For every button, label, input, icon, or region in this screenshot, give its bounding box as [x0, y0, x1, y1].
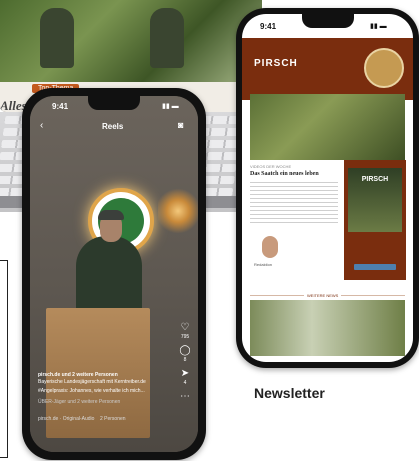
comment-icon[interactable]: ◯ — [176, 345, 194, 356]
article-column: VIDEOS DER WOCHE Das Saatch ein neues le… — [250, 164, 338, 224]
magazine-button[interactable] — [354, 264, 396, 270]
share-icon[interactable]: ➤ — [176, 368, 194, 379]
reels-screen[interactable]: 9:41 ▮▮ ▬ ‹ Reels ◙ ♡ 795 ◯ 8 ➤ 4 ⋯ pirs… — [30, 96, 198, 452]
frame-line — [0, 260, 8, 458]
reel-actions: ♡ 795 ◯ 8 ➤ 4 ⋯ — [176, 322, 194, 406]
comment-count: 8 — [183, 357, 187, 363]
reel-likes: ÜBER-Jäger und 2 weitere Personen — [38, 399, 121, 405]
screen-title: Reels — [102, 122, 124, 131]
share-count: 4 — [183, 380, 187, 386]
reel-subline: Bayerische Landesjägerschaft mit Kerntre… — [38, 379, 146, 385]
back-icon[interactable]: ‹ — [40, 120, 43, 131]
hunting-photo — [0, 0, 262, 82]
speaker-cap — [98, 210, 124, 220]
author-name: Redaktion — [254, 262, 273, 267]
status-time: 9:41 — [52, 102, 69, 111]
weitere-news-label[interactable]: WEITERE NEWS — [304, 293, 342, 298]
newsletter-phone: 9:41 ▮▮ ▬ PIRSCH VIDEOS DER WOCHE Das Sa… — [236, 8, 419, 368]
persons-label[interactable]: 2 Personen — [100, 416, 126, 422]
status-time: 9:41 — [260, 22, 277, 31]
wall-lamp — [158, 186, 198, 236]
article-body — [250, 180, 338, 224]
article-title[interactable]: Das Saatch ein neues leben — [250, 171, 338, 177]
news-photo[interactable] — [250, 300, 405, 356]
article-kicker: VIDEOS DER WOCHE — [250, 164, 292, 169]
reel-caption[interactable]: #Angelpraxis: Johannes, wie verhalte ich… — [38, 388, 178, 394]
audio-label[interactable]: pirsch.de · Original-Audio — [38, 416, 94, 422]
camera-icon[interactable]: ◙ — [178, 120, 183, 130]
notch — [302, 14, 354, 28]
reel-author[interactable]: pirsch.de und 2 weitere Personen — [38, 372, 178, 378]
newsletter-caption: Newsletter — [254, 385, 325, 401]
magazine-brand: PIRSCH — [361, 176, 389, 183]
signal-battery-icon: ▮▮ ▬ — [162, 103, 179, 110]
signal-battery-icon: ▮▮ ▬ — [370, 23, 387, 30]
hunter-figure — [150, 8, 184, 68]
notch — [88, 96, 140, 110]
more-icon[interactable]: ⋯ — [176, 391, 194, 402]
hunter-figure — [40, 8, 74, 68]
author-avatar — [262, 236, 278, 258]
reels-phone: 9:41 ▮▮ ▬ ‹ Reels ◙ ♡ 795 ◯ 8 ➤ 4 ⋯ pirs… — [22, 88, 206, 460]
heart-icon[interactable]: ♡ — [176, 322, 194, 333]
newsletter-screen[interactable]: 9:41 ▮▮ ▬ PIRSCH VIDEOS DER WOCHE Das Sa… — [242, 14, 413, 362]
pirsch-logo[interactable]: PIRSCH — [254, 58, 298, 69]
hero-image[interactable] — [250, 94, 405, 160]
like-count: 795 — [180, 334, 190, 340]
reel-bottom-bar: pirsch.de · Original-Audio 2 Personen — [38, 416, 188, 422]
magazine-promo[interactable]: PIRSCH — [344, 160, 406, 280]
crosshair-badge-icon — [364, 48, 404, 88]
